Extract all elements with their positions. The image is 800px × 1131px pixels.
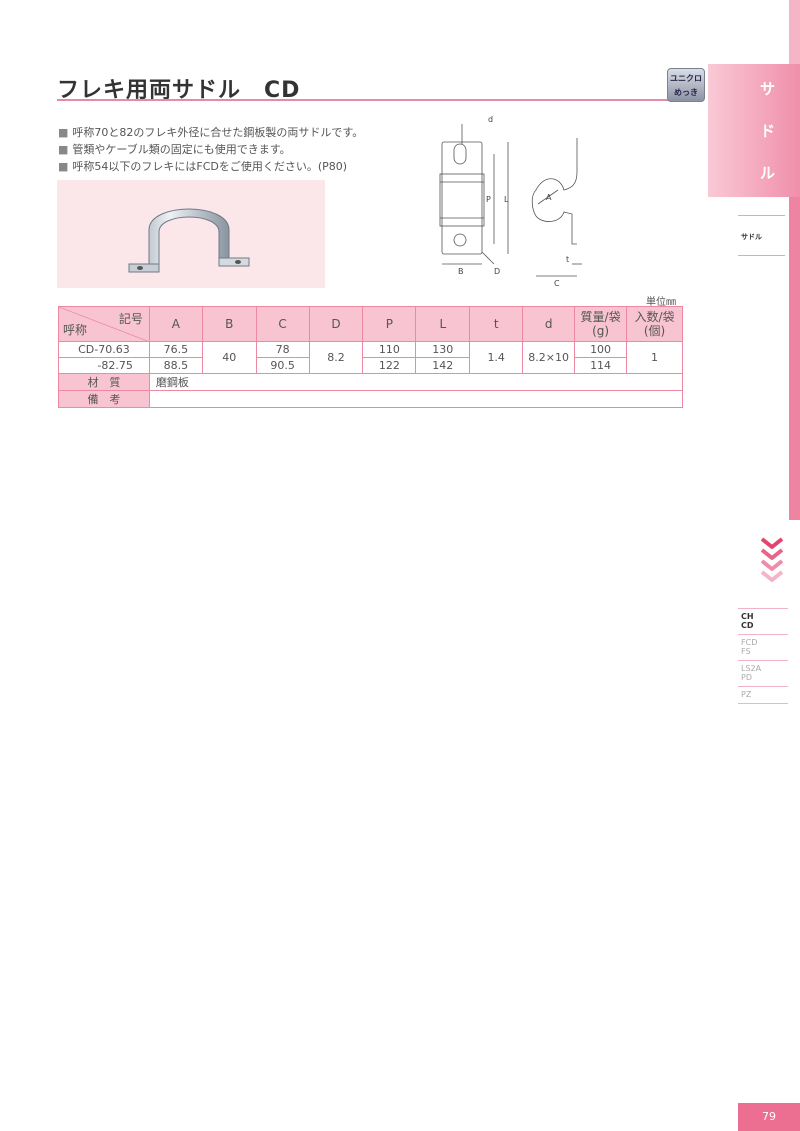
- badge-line2: めっき: [674, 88, 698, 97]
- saddle-image: [128, 208, 250, 273]
- column-header: L: [415, 306, 471, 342]
- nav-item-pz[interactable]: PZ: [738, 687, 788, 704]
- product-photo: [57, 180, 325, 288]
- remarks-row: 備 考: [58, 390, 684, 408]
- dim-label-B: B: [458, 267, 464, 276]
- dim-label-L: L: [504, 195, 509, 204]
- dim-label-t: t: [566, 255, 569, 264]
- nav-item-ls2a-pd[interactable]: LS2A PD: [738, 661, 788, 687]
- side-strip-dark: [789, 197, 800, 520]
- divider: [738, 215, 785, 216]
- plating-badge: ユニクロ めっき: [667, 68, 705, 102]
- table-row: -82.75 88.5 90.5 122 142 114: [58, 357, 683, 374]
- table-row: CD-70.63 76.5 40 78 8.2 110 130 1.4 8.2×…: [58, 341, 683, 374]
- column-header: P: [362, 306, 417, 342]
- material-value: 磨鋼板: [148, 373, 684, 391]
- nav-item-ch-cd[interactable]: CH CD: [738, 608, 788, 635]
- feature-list: ■ 呼称70と82のフレキ外径に合せた鋼板製の両サドルです。 ■ 管類やケーブル類の…: [58, 124, 363, 175]
- remarks-label: 備 考: [58, 390, 150, 408]
- list-item: ■ 呼称70と82のフレキ外径に合せた鋼板製の両サドルです。: [58, 126, 364, 139]
- column-header: 質量/袋 (g): [574, 306, 628, 342]
- spec-table: 記号 呼称 A B C D P L t d 質量/袋 (g) 入数/袋 (個) CD…: [58, 306, 684, 408]
- list-item: ■ 管類やケーブル類の固定にも使用できます。: [58, 143, 291, 156]
- side-category-label: サドル: [741, 233, 762, 241]
- divider: [738, 255, 785, 256]
- dim-label-d: d: [488, 115, 493, 124]
- technical-drawing: d P L B D C t A: [439, 115, 582, 288]
- column-header: D: [308, 306, 364, 342]
- row-name: -82.75: [58, 357, 150, 374]
- remarks-value: [148, 390, 684, 408]
- material-label: 材 質: [58, 373, 150, 391]
- dim-label-C: C: [554, 279, 560, 288]
- list-item: ■ 呼称54以下のフレキにはFCDをご使用ください。(P80): [58, 160, 348, 173]
- header-corner: 記号 呼称: [58, 306, 150, 342]
- tab-char: サ: [760, 80, 776, 98]
- column-header: C: [255, 306, 310, 342]
- chevron-down-icon: [760, 537, 784, 582]
- page-number: 79: [738, 1103, 800, 1131]
- column-header: A: [148, 306, 203, 342]
- tab-char: ド: [760, 122, 776, 140]
- dim-label-P: P: [486, 195, 491, 204]
- nav-item-fcd-fs[interactable]: FCD FS: [738, 635, 788, 661]
- material-row: 材 質 磨鋼板: [58, 373, 684, 391]
- column-header: 入数/袋 (個): [626, 306, 683, 342]
- table-header-row: 記号 呼称 A B C D P L t d 質量/袋 (g) 入数/袋 (個): [58, 306, 683, 342]
- tab-char: ル: [760, 164, 776, 182]
- column-header: d: [522, 306, 576, 342]
- category-tab[interactable]: サ ド ル: [708, 64, 800, 197]
- row-name: CD-70.63: [58, 341, 150, 358]
- column-header: B: [201, 306, 257, 342]
- column-header: t: [469, 306, 524, 342]
- title-underline: [57, 99, 697, 101]
- badge-line1: ユニクロ: [670, 74, 702, 83]
- dim-label-D: D: [494, 267, 500, 276]
- side-nav: CH CD FCD FS LS2A PD PZ: [738, 608, 788, 704]
- dim-label-A: A: [546, 193, 552, 202]
